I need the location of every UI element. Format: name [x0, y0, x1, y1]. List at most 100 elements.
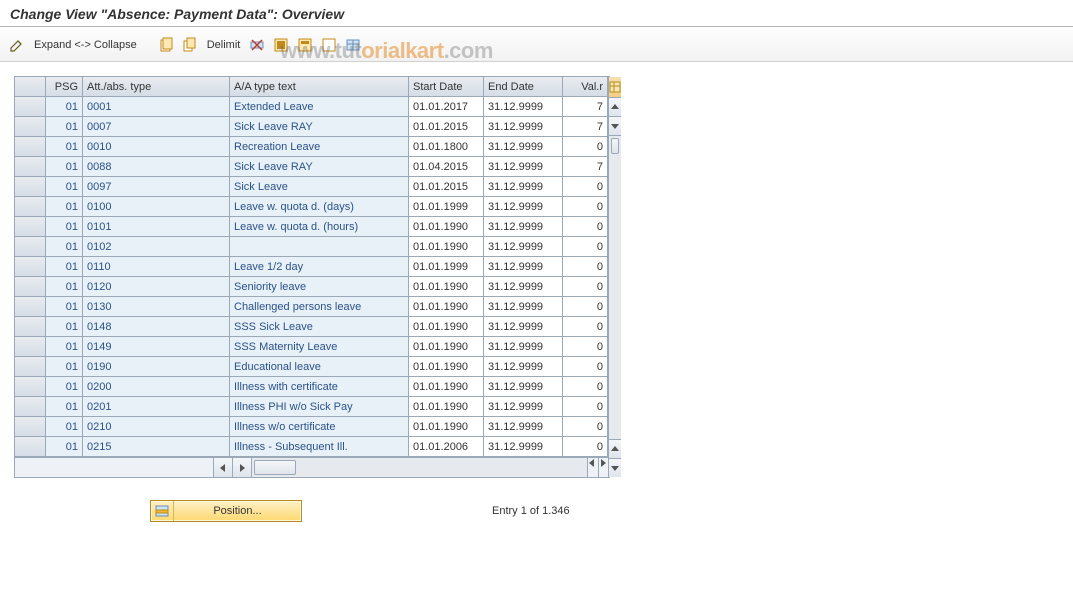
cell-val[interactable]: 0: [563, 317, 608, 337]
cell-start[interactable]: 01.01.2015: [409, 117, 484, 137]
cell-val[interactable]: 0: [563, 257, 608, 277]
cell-val[interactable]: 0: [563, 437, 608, 457]
cell-start[interactable]: 01.01.1990: [409, 357, 484, 377]
cell-att[interactable]: 0007: [83, 117, 230, 137]
cell-end[interactable]: 31.12.9999: [484, 317, 563, 337]
row-selector[interactable]: [15, 397, 46, 417]
scroll-right2-icon[interactable]: [599, 458, 609, 477]
cell-att[interactable]: 0010: [83, 137, 230, 157]
cell-val[interactable]: 0: [563, 357, 608, 377]
cell-att[interactable]: 0210: [83, 417, 230, 437]
cell-val[interactable]: 0: [563, 177, 608, 197]
cell-end[interactable]: 31.12.9999: [484, 237, 563, 257]
cell-att[interactable]: 0097: [83, 177, 230, 197]
cell-start[interactable]: 01.01.1999: [409, 257, 484, 277]
col-att[interactable]: Att./abs. type: [83, 77, 230, 97]
cell-att[interactable]: 0088: [83, 157, 230, 177]
row-selector[interactable]: [15, 337, 46, 357]
cell-val[interactable]: 0: [563, 237, 608, 257]
expand-collapse-button[interactable]: Expand <-> Collapse: [32, 39, 139, 51]
cell-end[interactable]: 31.12.9999: [484, 337, 563, 357]
row-selector[interactable]: [15, 357, 46, 377]
toggle-edit-icon[interactable]: [8, 36, 26, 54]
col-val[interactable]: Val.r: [563, 77, 608, 97]
scroll-down-icon[interactable]: [609, 117, 621, 136]
cell-att[interactable]: 0130: [83, 297, 230, 317]
cell-start[interactable]: 01.01.1800: [409, 137, 484, 157]
col-psg[interactable]: PSG: [46, 77, 83, 97]
cell-end[interactable]: 31.12.9999: [484, 137, 563, 157]
row-selector[interactable]: [15, 217, 46, 237]
cell-end[interactable]: 31.12.9999: [484, 157, 563, 177]
select-block-icon[interactable]: [296, 36, 314, 54]
cell-val[interactable]: 0: [563, 377, 608, 397]
position-button[interactable]: Position...: [150, 500, 302, 522]
configure-columns-icon[interactable]: [609, 77, 621, 98]
col-start[interactable]: Start Date: [409, 77, 484, 97]
cell-end[interactable]: 31.12.9999: [484, 217, 563, 237]
cell-start[interactable]: 01.01.1990: [409, 377, 484, 397]
cell-start[interactable]: 01.01.1990: [409, 337, 484, 357]
col-txt[interactable]: A/A type text: [230, 77, 409, 97]
cell-start[interactable]: 01.01.1990: [409, 297, 484, 317]
cell-val[interactable]: 0: [563, 137, 608, 157]
cell-end[interactable]: 31.12.9999: [484, 117, 563, 137]
scroll-right-icon[interactable]: [233, 458, 252, 477]
cell-val[interactable]: 7: [563, 117, 608, 137]
new-entries-icon[interactable]: [157, 36, 175, 54]
cell-start[interactable]: 01.01.1990: [409, 217, 484, 237]
cell-end[interactable]: 31.12.9999: [484, 297, 563, 317]
cell-end[interactable]: 31.12.9999: [484, 197, 563, 217]
cell-val[interactable]: 0: [563, 197, 608, 217]
row-selector[interactable]: [15, 177, 46, 197]
cell-att[interactable]: 0215: [83, 437, 230, 457]
cell-val[interactable]: 7: [563, 157, 608, 177]
cell-att[interactable]: 0201: [83, 397, 230, 417]
hscroll-thumb[interactable]: [254, 460, 296, 475]
cell-att[interactable]: 0148: [83, 317, 230, 337]
row-selector[interactable]: [15, 377, 46, 397]
cell-val[interactable]: 0: [563, 217, 608, 237]
cell-end[interactable]: 31.12.9999: [484, 277, 563, 297]
configuration-icon[interactable]: [344, 36, 362, 54]
cell-end[interactable]: 31.12.9999: [484, 357, 563, 377]
cell-val[interactable]: 0: [563, 277, 608, 297]
scroll-left2-icon[interactable]: [588, 458, 599, 477]
cell-end[interactable]: 31.12.9999: [484, 257, 563, 277]
cell-val[interactable]: 0: [563, 337, 608, 357]
cell-end[interactable]: 31.12.9999: [484, 437, 563, 457]
cell-att[interactable]: 0001: [83, 97, 230, 117]
cell-start[interactable]: 01.01.1990: [409, 417, 484, 437]
cell-val[interactable]: 0: [563, 397, 608, 417]
cell-att[interactable]: 0200: [83, 377, 230, 397]
cell-att[interactable]: 0102: [83, 237, 230, 257]
cell-end[interactable]: 31.12.9999: [484, 397, 563, 417]
cell-end[interactable]: 31.12.9999: [484, 417, 563, 437]
vscroll-track[interactable]: [609, 136, 621, 439]
cell-att[interactable]: 0149: [83, 337, 230, 357]
row-selector[interactable]: [15, 297, 46, 317]
delimit-button[interactable]: Delimit: [205, 39, 243, 51]
cell-att[interactable]: 0101: [83, 217, 230, 237]
row-selector[interactable]: [15, 417, 46, 437]
cell-start[interactable]: 01.01.1990: [409, 237, 484, 257]
delete-icon[interactable]: [248, 36, 266, 54]
cell-start[interactable]: 01.01.2017: [409, 97, 484, 117]
cell-val[interactable]: 7: [563, 97, 608, 117]
vscroll-thumb[interactable]: [611, 138, 619, 154]
row-selector[interactable]: [15, 277, 46, 297]
row-selector[interactable]: [15, 97, 46, 117]
cell-end[interactable]: 31.12.9999: [484, 97, 563, 117]
cell-att[interactable]: 0190: [83, 357, 230, 377]
cell-start[interactable]: 01.01.2006: [409, 437, 484, 457]
copy-icon[interactable]: [181, 36, 199, 54]
cell-end[interactable]: 31.12.9999: [484, 377, 563, 397]
cell-start[interactable]: 01.01.1990: [409, 277, 484, 297]
hscroll-track[interactable]: [252, 458, 587, 477]
row-selector[interactable]: [15, 117, 46, 137]
row-selector[interactable]: [15, 317, 46, 337]
scroll-up-icon[interactable]: [609, 98, 621, 117]
row-selector[interactable]: [15, 137, 46, 157]
col-selector[interactable]: [15, 77, 46, 97]
row-selector[interactable]: [15, 257, 46, 277]
